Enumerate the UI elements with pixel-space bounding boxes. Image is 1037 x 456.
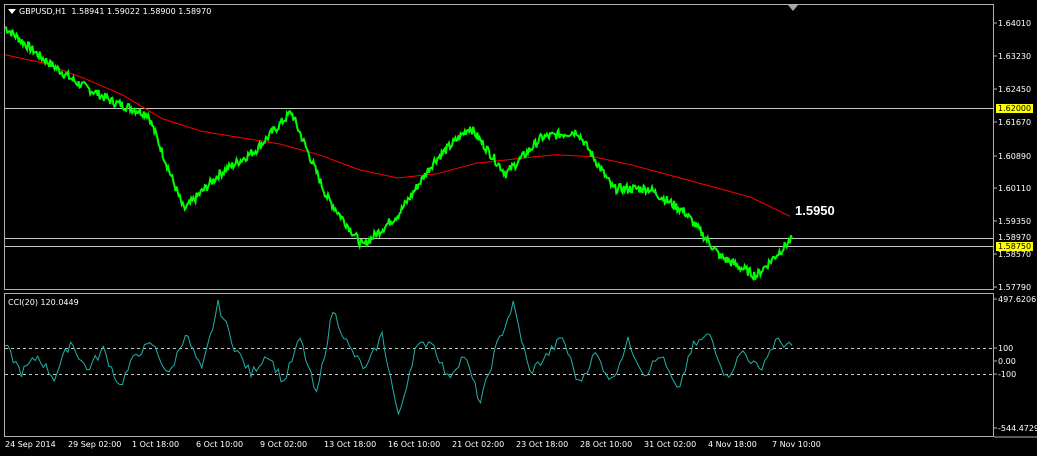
time-tick: 9 Oct 02:00 [260, 440, 308, 449]
time-tick: 28 Oct 10:00 [580, 440, 633, 449]
chart-canvas[interactable] [0, 0, 1037, 456]
price-tick: 1.62450 [998, 85, 1032, 94]
cci-tick: 497.6206 [998, 295, 1037, 304]
price-tick: 1.59350 [998, 217, 1032, 226]
current-price-label: 1.58970 [998, 233, 1032, 242]
upper-line-price-label: 1.62000 [996, 104, 1034, 113]
cci-tick: 100 [998, 344, 1014, 353]
price-line [4, 26, 793, 282]
time-tick: 24 Sep 2014 [5, 440, 56, 449]
price-annotation[interactable]: 1.5950 [795, 203, 835, 218]
price-tick: 1.63230 [998, 52, 1032, 61]
time-tick: 1 Oct 18:00 [132, 440, 180, 449]
time-tick: 13 Oct 18:00 [324, 440, 377, 449]
time-tick: 7 Nov 10:00 [772, 440, 821, 449]
price-tick: 1.57790 [998, 283, 1032, 292]
chart-title: GBPUSD,H1 1.58941 1.59022 1.58900 1.5897… [8, 7, 211, 16]
price-tick: 1.58570 [998, 250, 1032, 259]
moving-average-line [4, 54, 791, 217]
symbol-label: GBPUSD,H1 [19, 7, 67, 16]
cci-pane-frame [4, 293, 994, 437]
cci-title: CCI(20) 120.0449 [8, 298, 79, 307]
time-tick: 21 Oct 02:00 [452, 440, 505, 449]
cci-tick: -100 [998, 370, 1017, 379]
cci-tick: -544.4729 [998, 424, 1037, 433]
time-tick: 29 Sep 02:00 [68, 440, 122, 449]
time-tick: 4 Nov 18:00 [708, 440, 757, 449]
cci-tick: 0.00 [998, 357, 1016, 366]
cci-value: 120.0449 [40, 298, 79, 307]
time-tick: 16 Oct 10:00 [388, 440, 441, 449]
price-tick: 1.60890 [998, 152, 1032, 161]
lower-line-price-label: 1.58750 [996, 242, 1034, 251]
time-tick: 6 Oct 10:00 [196, 440, 244, 449]
price-tick: 1.60110 [998, 184, 1032, 193]
price-tick: 1.64010 [998, 19, 1032, 28]
price-tick: 1.61670 [998, 118, 1032, 127]
time-tick: 31 Oct 02:00 [644, 440, 697, 449]
time-tick: 23 Oct 18:00 [516, 440, 569, 449]
cci-name: CCI(20) [8, 298, 38, 307]
chart-shift-marker[interactable] [788, 5, 798, 11]
cci-line [4, 299, 793, 416]
dropdown-arrow-icon[interactable] [8, 9, 16, 14]
ohlc-values: 1.58941 1.59022 1.58900 1.58970 [71, 7, 212, 16]
